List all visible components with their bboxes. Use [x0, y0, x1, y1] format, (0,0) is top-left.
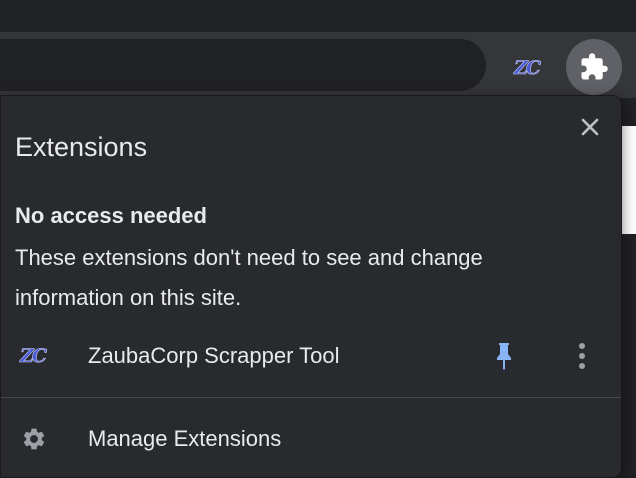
browser-toolbar: ZC: [0, 32, 636, 98]
svg-text:ZC: ZC: [513, 57, 541, 79]
divider: [1, 397, 621, 398]
address-bar[interactable]: [0, 39, 486, 91]
gear-icon: [21, 426, 47, 452]
extension-row[interactable]: ZC ZaubaCorp Scrapper Tool: [1, 332, 621, 380]
puzzle-icon: [581, 53, 608, 80]
manage-extensions-button[interactable]: Manage Extensions: [1, 416, 621, 460]
pin-button[interactable]: [489, 340, 519, 372]
popup-title: Extensions: [15, 132, 148, 162]
zaubacorp-extension-icon: ZC: [19, 342, 51, 368]
svg-text:ZC: ZC: [19, 345, 47, 367]
zaubacorp-toolbar-icon[interactable]: ZC: [513, 54, 547, 80]
section-heading: No access needed: [15, 203, 207, 228]
more-vertical-icon: [579, 343, 585, 369]
extensions-popup: Extensions No access needed These extens…: [0, 95, 622, 478]
manage-extensions-label: Manage Extensions: [88, 426, 282, 451]
tab-strip: [0, 0, 636, 32]
extensions-button[interactable]: [566, 39, 622, 95]
close-button[interactable]: [573, 110, 607, 144]
pin-icon: [497, 343, 511, 370]
section-description: These extensions don't need to see and c…: [15, 245, 483, 310]
extension-name: ZaubaCorp Scrapper Tool: [88, 343, 340, 368]
more-options-button[interactable]: [567, 338, 597, 374]
page-content-edge: [620, 98, 636, 478]
close-icon: [581, 118, 599, 136]
